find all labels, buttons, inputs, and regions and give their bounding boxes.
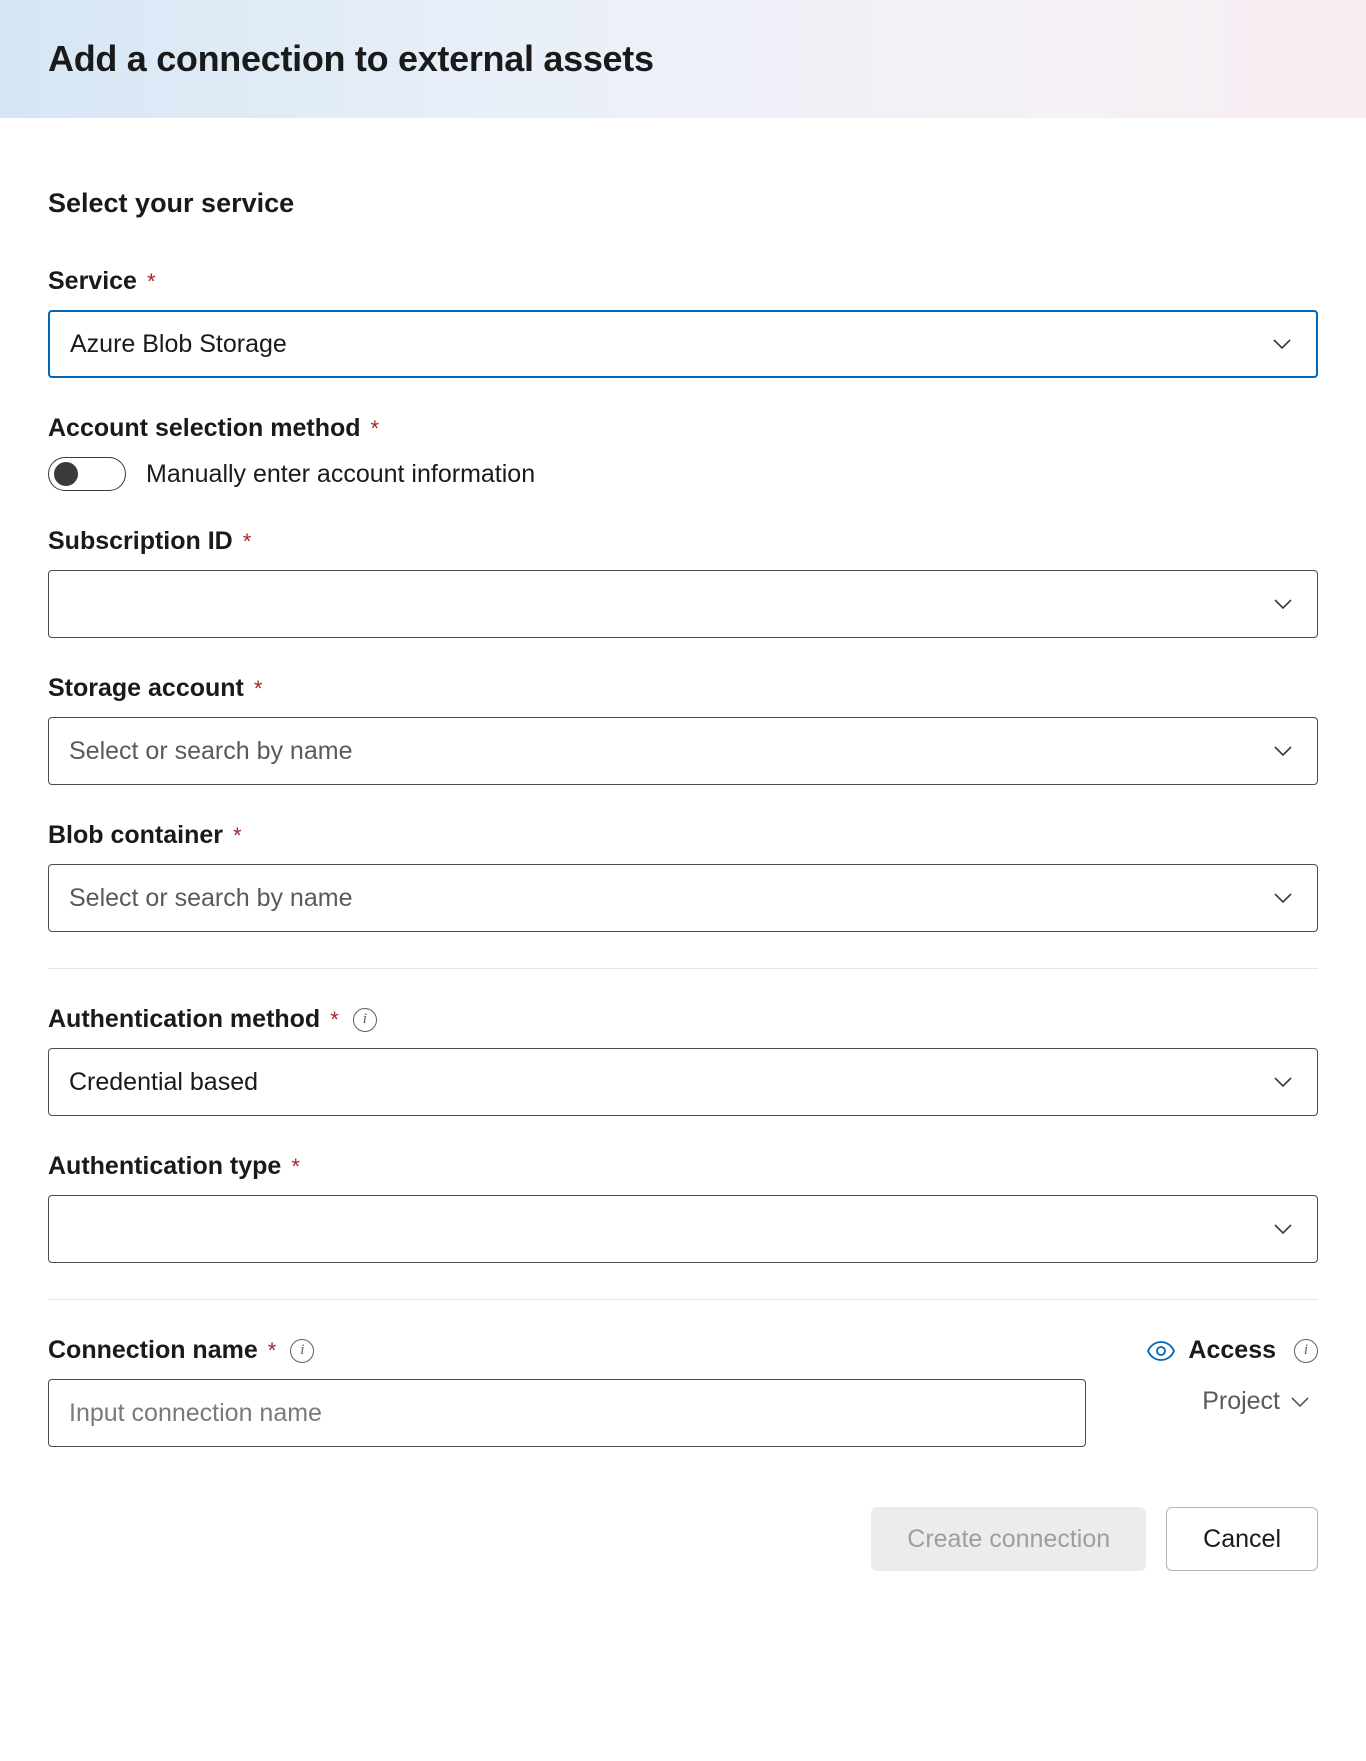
page-header: Add a connection to external assets: [0, 0, 1366, 118]
storage-account-select[interactable]: Select or search by name: [48, 717, 1318, 785]
toggle-knob: [54, 462, 78, 486]
service-select[interactable]: Azure Blob Storage: [48, 310, 1318, 378]
account-selection-toggle-row: Manually enter account information: [48, 457, 1318, 491]
connection-name-input[interactable]: [48, 1379, 1086, 1447]
field-auth-type: Authentication type *: [48, 1152, 1318, 1263]
create-connection-button[interactable]: Create connection: [871, 1507, 1146, 1571]
field-auth-method: Authentication method * i Credential bas…: [48, 1005, 1318, 1116]
auth-method-label: Authentication method * i: [48, 1005, 1318, 1034]
divider: [48, 1299, 1318, 1300]
account-selection-toggle[interactable]: [48, 457, 126, 491]
subscription-select[interactable]: [48, 570, 1318, 638]
field-subscription: Subscription ID *: [48, 527, 1318, 638]
auth-method-value: Credential based: [69, 1068, 258, 1097]
eye-icon: [1146, 1341, 1176, 1361]
divider: [48, 968, 1318, 969]
required-asterisk: *: [268, 1338, 277, 1364]
required-asterisk: *: [233, 823, 242, 849]
blob-container-label: Blob container *: [48, 821, 1318, 850]
connection-name-label: Connection name * i: [48, 1336, 1086, 1365]
service-value: Azure Blob Storage: [70, 330, 287, 359]
subscription-label: Subscription ID *: [48, 527, 1318, 556]
chevron-down-icon: [1290, 1396, 1310, 1408]
access-label: Access: [1188, 1336, 1276, 1365]
field-service: Service * Azure Blob Storage: [48, 267, 1318, 378]
required-asterisk: *: [147, 269, 156, 295]
access-col: Access i Project: [1146, 1336, 1318, 1416]
cancel-button[interactable]: Cancel: [1166, 1507, 1318, 1571]
access-value-text: Project: [1202, 1387, 1280, 1416]
field-account-selection: Account selection method * Manually ente…: [48, 414, 1318, 491]
info-icon[interactable]: i: [1294, 1339, 1318, 1363]
chevron-down-icon: [1273, 892, 1293, 904]
chevron-down-icon: [1273, 598, 1293, 610]
chevron-down-icon: [1273, 1076, 1293, 1088]
required-asterisk: *: [371, 416, 380, 442]
access-select[interactable]: Project: [1202, 1387, 1318, 1416]
info-icon[interactable]: i: [290, 1339, 314, 1363]
toggle-label: Manually enter account information: [146, 460, 535, 489]
section-title: Select your service: [48, 188, 1318, 219]
required-asterisk: *: [291, 1154, 300, 1180]
auth-type-select[interactable]: [48, 1195, 1318, 1263]
service-label: Service *: [48, 267, 1318, 296]
storage-account-label: Storage account *: [48, 674, 1318, 703]
page-title: Add a connection to external assets: [48, 38, 1318, 80]
form-content: Select your service Service * Azure Blob…: [0, 118, 1366, 1611]
field-blob-container: Blob container * Select or search by nam…: [48, 821, 1318, 932]
required-asterisk: *: [243, 529, 252, 555]
blob-container-select[interactable]: Select or search by name: [48, 864, 1318, 932]
field-storage-account: Storage account * Select or search by na…: [48, 674, 1318, 785]
chevron-down-icon: [1273, 1223, 1293, 1235]
info-icon[interactable]: i: [353, 1008, 377, 1032]
required-asterisk: *: [330, 1007, 339, 1033]
auth-type-label: Authentication type *: [48, 1152, 1318, 1181]
blob-container-placeholder: Select or search by name: [69, 884, 352, 913]
storage-account-placeholder: Select or search by name: [69, 737, 352, 766]
chevron-down-icon: [1272, 338, 1292, 350]
required-asterisk: *: [254, 676, 263, 702]
access-label-row: Access i: [1146, 1336, 1318, 1365]
connection-name-row: Connection name * i Access i Project: [48, 1336, 1318, 1447]
auth-method-select[interactable]: Credential based: [48, 1048, 1318, 1116]
chevron-down-icon: [1273, 745, 1293, 757]
account-selection-label: Account selection method *: [48, 414, 1318, 443]
connection-name-col: Connection name * i: [48, 1336, 1086, 1447]
footer-buttons: Create connection Cancel: [48, 1507, 1318, 1571]
